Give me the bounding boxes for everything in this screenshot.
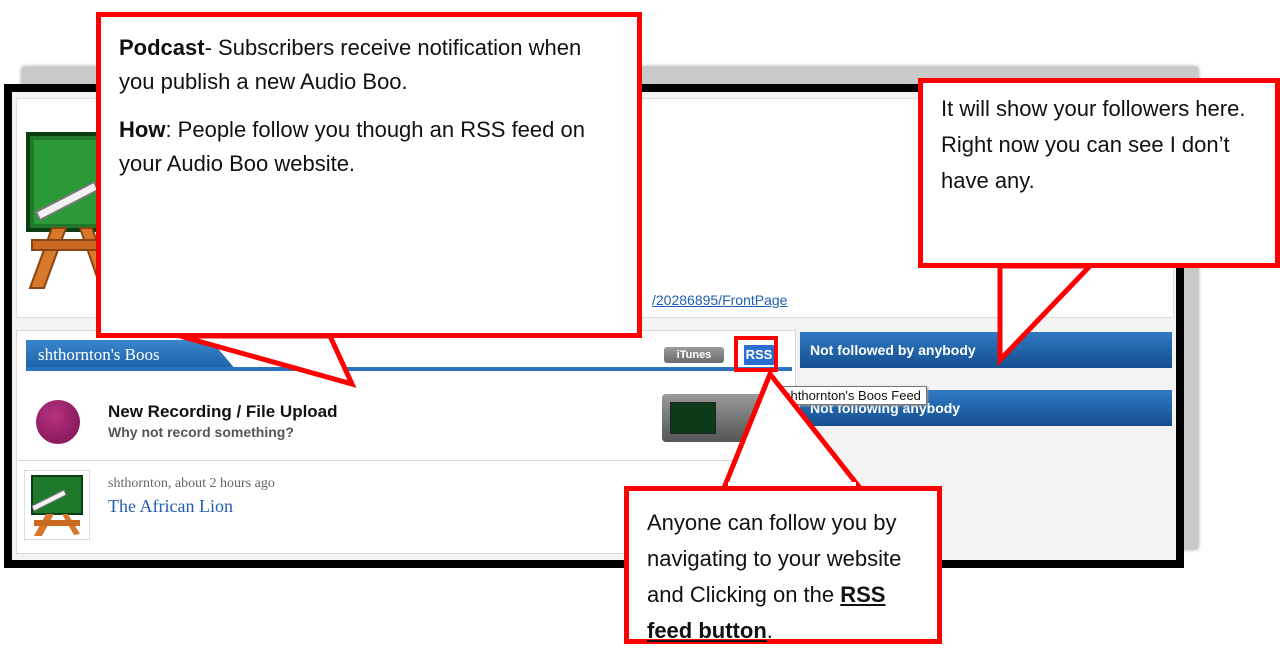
podcast-paragraph: Podcast- Subscribers receive notificatio… — [119, 31, 619, 99]
boos-tab-underline — [26, 367, 792, 371]
boos-tab[interactable]: shthornton's Boos — [26, 340, 236, 370]
boo-thumbnail-easel-icon[interactable] — [24, 470, 90, 540]
followed-by-bar[interactable]: Not followed by anybody — [800, 332, 1172, 368]
how-body: : People follow you though an RSS feed o… — [119, 117, 585, 176]
new-recording-title[interactable]: New Recording / File Upload — [108, 402, 338, 422]
how-heading: How — [119, 117, 166, 142]
new-recording-subtitle: Why not record something? — [108, 424, 294, 440]
itunes-button[interactable]: iTunes — [664, 347, 724, 363]
followers-callout-text: It will show your followers here. Right … — [941, 96, 1246, 193]
boo-title-link[interactable]: The African Lion — [108, 496, 233, 517]
how-paragraph: How: People follow you though an RSS fee… — [119, 113, 619, 181]
profile-url-link[interactable]: /20286895/FrontPage — [652, 292, 787, 308]
podcast-heading: Podcast — [119, 35, 205, 60]
callout-podcast: Podcast- Subscribers receive notificatio… — [96, 12, 642, 338]
callout-followers: It will show your followers here. Right … — [918, 78, 1280, 268]
recorder-screen — [670, 402, 716, 434]
boo-author-time: shthornton, about 2 hours ago — [108, 476, 275, 491]
rss-tooltip: shthornton's Boos Feed — [778, 386, 927, 405]
callout-rss: Anyone can follow you by navigating to y… — [624, 486, 942, 644]
record-circle-icon[interactable] — [36, 400, 80, 444]
row-divider — [18, 460, 792, 461]
rss-callout-paragraph: Anyone can follow you by navigating to y… — [647, 505, 919, 649]
rss-callout-period: . — [766, 618, 773, 643]
rss-highlight-box — [734, 336, 778, 372]
